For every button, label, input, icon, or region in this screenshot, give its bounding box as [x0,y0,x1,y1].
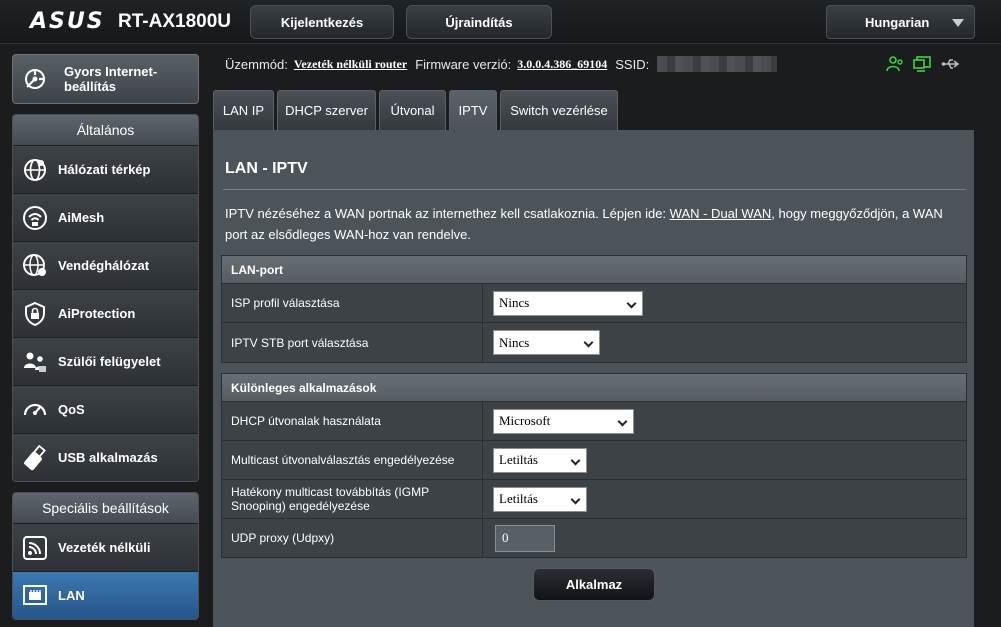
special-apps-table: Különleges alkalmazások DHCP útvonalak h… [221,373,967,558]
chevron-down-icon [617,416,628,426]
speedometer-icon [20,395,50,425]
dhcp-routes-select[interactable]: Microsoft [493,408,634,434]
table-row: UDP proxy (Udpxy) 0 [222,519,966,557]
sidebar-item-label: Szülői felügyelet [58,354,161,369]
usb-icon [20,443,50,473]
ssid-label: SSID: [615,56,650,72]
table-row: ISP profil választása Nincs [222,284,966,323]
sidebar-item-guest-network[interactable]: Vendéghálózat [13,241,198,289]
language-value: Hungarian [865,14,930,30]
isp-profile-value: Nincs [499,295,530,310]
parental-control-icon [20,347,50,377]
chevron-down-icon [952,19,964,27]
tab-switch-control[interactable]: Switch vezérlése [500,90,618,130]
network-map-icon [20,155,50,185]
tab-iptv[interactable]: IPTV [449,90,497,130]
iptv-stb-port-value: Nincs [499,334,530,350]
tab-dhcp-server[interactable]: DHCP szerver [277,90,376,130]
sidebar-item-wireless[interactable]: Vezeték nélküli [13,523,198,571]
iptv-stb-port-label: IPTV STB port választása [222,323,483,362]
dhcp-routes-value: Microsoft [499,413,551,428]
asus-logo: ASUS [30,9,105,34]
iptv-stb-port-select[interactable]: Nincs [493,330,600,355]
description-text: IPTV nézéséhez a WAN portnak az internet… [225,206,670,221]
guest-network-icon [20,251,50,281]
multicast-routing-label: Multicast útvonalválasztás engedélyezése [222,441,483,479]
sidebar-advanced: Speciális beállítások Vezeték nélküli LA… [12,492,199,620]
table-row: Multicast útvonalválasztás engedélyezése… [222,441,966,480]
table-row: Hatékony multicast továbbítás (IGMP Snoo… [222,480,966,519]
page-description: IPTV nézéséhez a WAN portnak az internet… [225,203,960,245]
shield-lock-icon [20,299,50,329]
mode-label: Üzemmód: [225,56,288,72]
logout-button[interactable]: Kijelentkezés [250,5,394,39]
lan-port-table: LAN-port ISP profil választása Nincs IPT… [221,255,967,363]
chevron-down-icon [570,494,581,504]
tab-bar: LAN IP DHCP szerver Útvonal IPTV Switch … [213,90,618,130]
multicast-routing-select[interactable]: Letiltás [493,447,587,473]
quick-internet-setup-button[interactable]: Gyors Internet-beállítás [12,54,199,104]
special-apps-header: Különleges alkalmazások [222,374,966,402]
firmware-label: Firmware verzió: [415,56,512,72]
table-row: DHCP útvonalak használata Microsoft [222,402,966,441]
isp-profile-label: ISP profil választása [222,284,483,322]
chevron-down-icon [626,298,637,308]
isp-profile-select[interactable]: Nincs [493,290,643,316]
usb-status-icon[interactable] [941,54,961,79]
wizard-icon [20,64,50,94]
sidebar-item-qos[interactable]: QoS [13,385,198,433]
quick-setup-label: Gyors Internet-beállítás [64,64,158,94]
table-row: IPTV STB port választása Nincs [222,323,966,362]
sidebar-item-label: QoS [58,402,85,417]
sidebar-item-usb-app[interactable]: USB alkalmazás [13,433,198,481]
udp-proxy-label: UDP proxy (Udpxy) [222,519,483,557]
multicast-routing-value: Letiltás [499,452,538,467]
igmp-snooping-value: Letiltás [499,491,538,506]
sidebar-item-aimesh[interactable]: AiMesh [13,193,198,241]
wan-dual-wan-link[interactable]: WAN - Dual WAN [670,206,772,221]
sidebar-general: Általános Hálózati térkép AiMesh Vendégh… [12,114,199,482]
chevron-down-icon [583,337,594,348]
sidebar-advanced-title: Speciális beállítások [13,493,198,523]
chevron-down-icon [570,455,581,465]
sidebar-item-lan[interactable]: LAN [13,571,198,619]
internet-status-icon[interactable] [913,54,933,79]
wireless-icon [20,533,50,563]
udp-proxy-input[interactable]: 0 [495,524,555,552]
status-icons [885,54,961,79]
dhcp-routes-label: DHCP útvonalak használata [222,402,483,440]
firmware-link[interactable]: 3.0.0.4.386_69104 [517,57,607,72]
sidebar-item-label: Vendéghálózat [58,258,150,273]
sidebar-item-aiprotection[interactable]: AiProtection [13,289,198,337]
lan-icon [20,581,50,611]
model-name: RT-AX1800U [118,11,231,32]
language-select[interactable]: Hungarian [826,5,975,39]
sidebar-item-label: AiMesh [58,210,105,225]
top-bar: ASUS RT-AX1800U Kijelentkezés Újraindítá… [0,0,1001,44]
igmp-snooping-label: Hatékony multicast továbbítás (IGMP Snoo… [222,480,483,518]
sidebar-item-label: Vezeték nélküli [58,540,151,555]
title-divider [223,189,966,190]
igmp-snooping-select[interactable]: Letiltás [493,486,587,512]
ssid-value-redacted [657,56,778,72]
mode-link[interactable]: Vezeték nélküli router [294,57,407,72]
sidebar-item-parental-control[interactable]: Szülői felügyelet [13,337,198,385]
sidebar-general-title: Általános [13,115,198,145]
lan-port-header: LAN-port [222,256,966,284]
sidebar-item-network-map[interactable]: Hálózati térkép [13,145,198,193]
aimesh-icon [20,203,50,233]
sidebar-item-label: AiProtection [58,306,136,321]
main-panel: LAN - IPTV IPTV nézéséhez a WAN portnak … [213,130,974,627]
tab-route[interactable]: Útvonal [379,90,446,130]
status-line: Üzemmód: Vezeték nélküli router Firmware… [225,56,778,72]
reboot-button[interactable]: Újraindítás [406,5,552,39]
sidebar-item-label: LAN [58,588,85,603]
apply-button[interactable]: Alkalmaz [533,568,655,601]
clients-icon[interactable] [885,54,905,79]
tab-lan-ip[interactable]: LAN IP [213,90,274,130]
page-title: LAN - IPTV [225,160,308,177]
sidebar-item-label: USB alkalmazás [58,450,158,465]
sidebar-item-label: Hálózati térkép [58,162,151,177]
